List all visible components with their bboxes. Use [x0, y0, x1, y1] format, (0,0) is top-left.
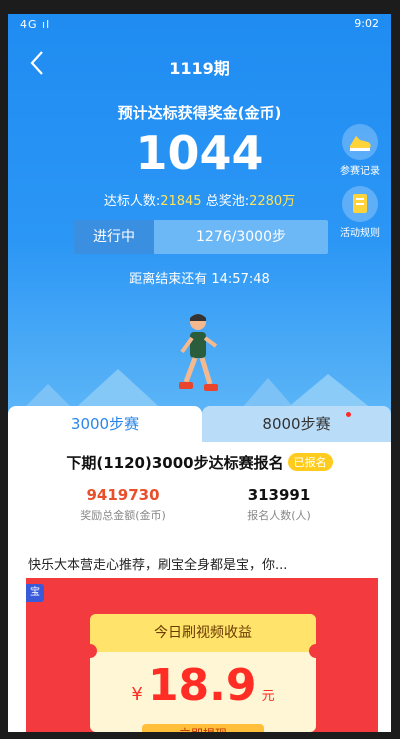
signup-count-value: 313991 — [247, 486, 311, 504]
qualified-value: 21845 — [160, 194, 202, 209]
signup-count: 313991 报名人数(人) — [204, 486, 354, 523]
qualified-label: 达标人数: — [103, 194, 161, 209]
hero-section: 4G ıl 9:02 1119期 预计达标获得奖金(金币) 1044 达标人数:… — [8, 14, 391, 424]
status-time: 9:02 — [354, 17, 379, 30]
app-screen: 4G ıl 9:02 1119期 预计达标获得奖金(金币) 1044 达标人数:… — [8, 14, 391, 732]
rules-label: 活动规则 — [340, 228, 380, 239]
race-tabs: 3000步赛 8000步赛 — [8, 406, 391, 442]
signal-indicator: 4G ıl — [20, 18, 51, 31]
nav-bar: 1119期 — [8, 48, 391, 84]
prize-total-caption: 奖励总金额(金币) — [80, 509, 166, 522]
countdown-time: 14:57:48 — [211, 272, 270, 287]
ad-currency: ¥ — [131, 684, 143, 705]
ad-banner[interactable]: 宝 今日刷视频收益 ¥ 18.9 元 立即提现 — [26, 578, 378, 732]
signup-count-caption: 报名人数(人) — [247, 509, 311, 522]
records-button[interactable]: 参赛记录 — [332, 124, 388, 177]
next-period-text: 下期(1120)3000步达标赛报名 — [66, 454, 284, 472]
progress-status: 进行中 — [74, 220, 154, 254]
ad-unit: 元 — [261, 689, 275, 704]
withdraw-button[interactable]: 立即提现 — [142, 724, 264, 732]
page-title: 1119期 — [169, 59, 230, 78]
progress-box: 进行中 1276/3000步 — [74, 220, 328, 254]
feed-item-title[interactable]: 快乐大本营走心推荐，刷宝全身都是宝，你... — [28, 554, 287, 573]
ad-app-tag: 宝 — [26, 584, 44, 602]
status-badge: 已报名 — [287, 453, 333, 471]
progress-steps: 1276/3000步 — [196, 229, 286, 245]
prize-total: 9419730 奖励总金额(金币) — [48, 486, 198, 523]
records-label: 参赛记录 — [340, 166, 380, 177]
prize-total-value: 9419730 — [86, 486, 160, 504]
content-area: 下期(1120)3000步达标赛报名 已报名 9419730 奖励总金额(金币) … — [8, 442, 391, 732]
countdown: 距离结束还有 14:57:48 — [8, 268, 391, 287]
rules-button[interactable]: 活动规则 — [332, 186, 388, 239]
ticket-notch-left — [83, 644, 97, 658]
notification-dot — [346, 412, 351, 417]
ad-ticket-heading: 今日刷视频收益 — [90, 614, 316, 652]
rules-icon — [342, 186, 378, 222]
countdown-label: 距离结束还有 — [129, 272, 208, 287]
ad-amount: ¥ 18.9 元 — [90, 660, 316, 711]
tab-3000[interactable]: 3000步赛 — [8, 406, 202, 442]
ad-amount-value: 18.9 — [147, 660, 257, 711]
ad-ticket: 今日刷视频收益 ¥ 18.9 元 立即提现 — [83, 614, 323, 732]
shoe-icon — [342, 124, 378, 160]
pool-label: 总奖池: — [205, 194, 250, 209]
next-period-title: 下期(1120)3000步达标赛报名 已报名 — [8, 452, 391, 473]
tab-8000-label: 8000步赛 — [262, 415, 331, 433]
runner-illustration — [179, 314, 218, 391]
phone-frame: 4G ıl 9:02 1119期 预计达标获得奖金(金币) 1044 达标人数:… — [0, 0, 400, 739]
ticket-notch-right — [309, 644, 323, 658]
status-bar: 4G ıl 9:02 — [8, 14, 391, 36]
pool-value: 2280万 — [249, 194, 296, 209]
tab-8000[interactable]: 8000步赛 — [202, 406, 391, 442]
expected-reward-label: 预计达标获得奖金(金币) — [117, 104, 282, 122]
